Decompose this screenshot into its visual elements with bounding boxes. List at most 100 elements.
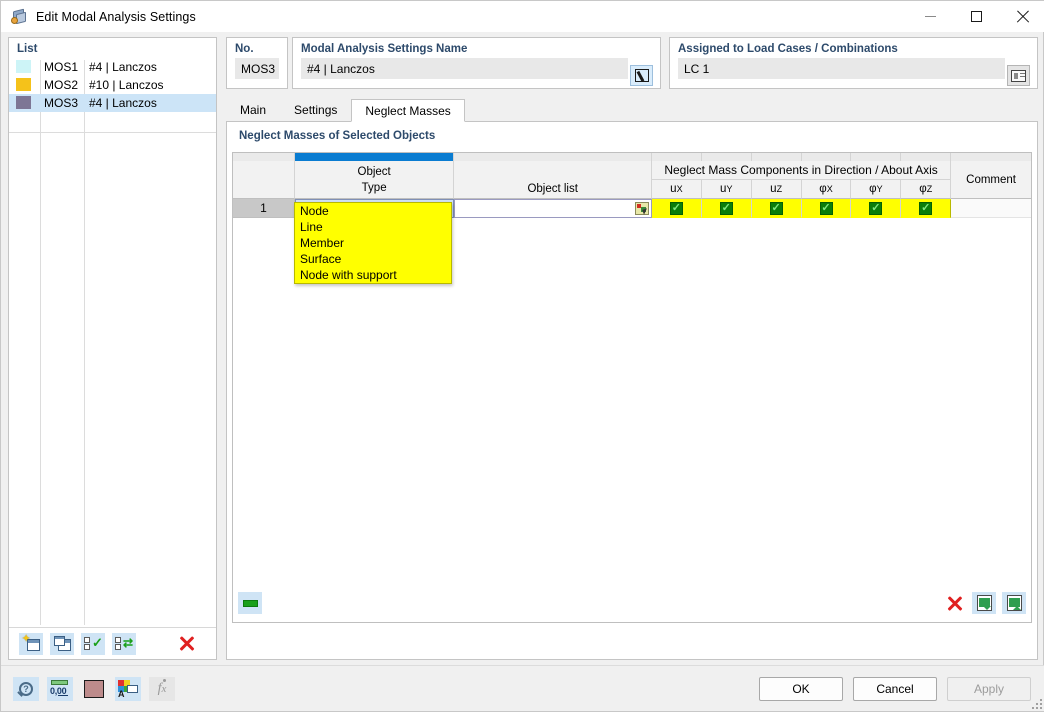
column-header-object-list[interactable]: Object list bbox=[454, 180, 652, 199]
assigned-input[interactable]: LC 1 bbox=[678, 58, 1005, 79]
help-button[interactable]: ? bbox=[13, 676, 39, 701]
window-controls bbox=[907, 1, 1044, 32]
phiy-sub: Y bbox=[876, 184, 883, 194]
column-header-uy[interactable]: uY bbox=[701, 180, 752, 199]
dropdown-option-node[interactable]: Node bbox=[295, 203, 451, 219]
comment-header-label: Comment bbox=[966, 174, 1017, 186]
axis-group-header: Neglect Mass Components in Direction / A… bbox=[651, 161, 952, 180]
checkbox-cell-ux[interactable]: ✓ bbox=[651, 199, 702, 218]
list-item[interactable]: MOS1 #4 | Lanczos bbox=[9, 58, 216, 76]
color-swatch-cell bbox=[9, 58, 40, 76]
pick-objects-icon[interactable] bbox=[634, 202, 649, 215]
ux-sub: X bbox=[676, 184, 683, 194]
list-item-name: #10 | Lanczos bbox=[89, 78, 164, 92]
dropdown-option-surface[interactable]: Surface bbox=[295, 251, 451, 267]
checkbox-phix[interactable]: ✓ bbox=[819, 202, 833, 215]
column-header-comment[interactable]: Comment bbox=[951, 174, 1031, 199]
units-button[interactable]: 0,00 bbox=[47, 676, 73, 701]
export-excel-button[interactable] bbox=[1002, 592, 1026, 614]
checklist-refresh-icon: ⇄ bbox=[115, 636, 133, 651]
assigned-label: Assigned to Load Cases / Combinations bbox=[678, 43, 898, 55]
comment-cell[interactable] bbox=[951, 199, 1031, 218]
dialog-buttons: OK Cancel Apply bbox=[759, 676, 1031, 701]
name-edit-button[interactable] bbox=[630, 65, 653, 86]
color-button[interactable] bbox=[81, 677, 107, 701]
column-header-phiz[interactable]: φZ bbox=[901, 180, 952, 199]
display-properties-button[interactable]: A bbox=[115, 676, 141, 701]
copy-windows-icon bbox=[53, 636, 71, 651]
checkbox-ux[interactable]: ✓ bbox=[669, 202, 683, 215]
column-header-uz[interactable]: uZ bbox=[751, 180, 802, 199]
table-toolbar bbox=[238, 588, 1026, 618]
number-group: No. MOS3 bbox=[226, 37, 288, 89]
red-x-icon bbox=[947, 596, 962, 611]
color-swatch bbox=[16, 78, 31, 91]
column-header-object-type[interactable]: Object Type bbox=[294, 166, 455, 199]
select-all-button[interactable]: ✓ bbox=[81, 632, 105, 655]
modal-analysis-icon bbox=[10, 8, 28, 26]
checkbox-cell-uy[interactable]: ✓ bbox=[701, 199, 752, 218]
list-panel: List MOS1 #4 | Lanczos MOS2 #10 | Lanczo… bbox=[8, 37, 217, 660]
title-bar: Edit Modal Analysis Settings bbox=[1, 1, 1044, 32]
color-swatch bbox=[16, 96, 31, 109]
checkbox-uz[interactable]: ✓ bbox=[769, 202, 783, 215]
fx-formula-icon: fx bbox=[157, 678, 167, 696]
copy-item-button[interactable] bbox=[50, 632, 74, 655]
tab-neglect-masses[interactable]: Neglect Masses bbox=[351, 99, 465, 122]
checkbox-cell-phiz[interactable]: ✓ bbox=[901, 199, 952, 218]
delete-item-button[interactable] bbox=[174, 633, 198, 655]
assigned-pick-button[interactable] bbox=[1007, 65, 1030, 86]
window-title: Edit Modal Analysis Settings bbox=[36, 9, 196, 24]
uy-sub: Y bbox=[726, 184, 733, 194]
list-toolbar: ✦ ✓ ⇄ bbox=[9, 627, 216, 659]
red-x-icon bbox=[179, 636, 194, 651]
uz-sub: Z bbox=[776, 184, 783, 194]
list-item-name: #4 | Lanczos bbox=[89, 60, 157, 74]
column-header-phiy[interactable]: φY bbox=[851, 180, 902, 199]
name-input[interactable]: #4 | Lanczos bbox=[301, 58, 628, 79]
new-item-button[interactable]: ✦ bbox=[19, 632, 43, 655]
ok-button[interactable]: OK bbox=[759, 676, 843, 701]
checkbox-uy[interactable]: ✓ bbox=[719, 202, 733, 215]
tab-settings[interactable]: Settings bbox=[280, 98, 351, 121]
new-window-star-icon: ✦ bbox=[22, 634, 40, 651]
table-header-row: Object Type Object list uX uY uZ φX φY φ… bbox=[233, 166, 1031, 199]
dropdown-option-node-with-support[interactable]: Node with support bbox=[295, 267, 451, 283]
checkbox-cell-phix[interactable]: ✓ bbox=[801, 199, 852, 218]
object-type-line1: Object bbox=[357, 166, 391, 178]
list-rows: MOS1 #4 | Lanczos MOS2 #10 | Lanczos MOS… bbox=[9, 58, 216, 112]
ruler-units-icon: 0,00 bbox=[50, 679, 70, 698]
apply-button: Apply bbox=[947, 676, 1031, 701]
close-button[interactable] bbox=[999, 1, 1044, 32]
invert-selection-button[interactable]: ⇄ bbox=[112, 632, 136, 655]
column-header-phix[interactable]: φX bbox=[801, 180, 852, 199]
bottom-icon-group: ? 0,00 A fx bbox=[1, 676, 175, 701]
object-list-input[interactable] bbox=[454, 199, 652, 218]
checklist-tick-icon: ✓ bbox=[84, 636, 103, 651]
phiz-sub: Z bbox=[926, 184, 933, 194]
list-item[interactable]: MOS2 #10 | Lanczos bbox=[9, 76, 216, 94]
import-excel-button[interactable] bbox=[972, 592, 996, 614]
checkbox-phiz[interactable]: ✓ bbox=[919, 202, 933, 215]
tab-main[interactable]: Main bbox=[226, 98, 280, 121]
table-settings-button[interactable] bbox=[238, 592, 262, 614]
delete-row-button[interactable] bbox=[942, 592, 966, 614]
load-case-list-icon bbox=[1011, 69, 1026, 82]
cancel-button[interactable]: Cancel bbox=[853, 676, 937, 701]
list-gridlines bbox=[9, 60, 216, 625]
checkbox-cell-phiy[interactable]: ✓ bbox=[851, 199, 902, 218]
column-header-ux[interactable]: uX bbox=[651, 180, 702, 199]
color-swatch-cell bbox=[9, 94, 40, 112]
checkbox-phiy[interactable]: ✓ bbox=[869, 202, 883, 215]
maximize-button[interactable] bbox=[953, 1, 999, 32]
active-column-accent bbox=[294, 153, 455, 161]
object-type-dropdown[interactable]: Node Line Member Surface Node with suppo… bbox=[294, 202, 452, 284]
number-label: No. bbox=[235, 43, 254, 55]
resize-grip[interactable] bbox=[1030, 697, 1042, 709]
dropdown-option-member[interactable]: Member bbox=[295, 235, 451, 251]
minimize-button[interactable] bbox=[907, 1, 953, 32]
dropdown-option-line[interactable]: Line bbox=[295, 219, 451, 235]
list-item[interactable]: MOS3 #4 | Lanczos bbox=[9, 94, 216, 112]
checkbox-cell-uz[interactable]: ✓ bbox=[751, 199, 802, 218]
formula-button: fx bbox=[149, 676, 175, 701]
